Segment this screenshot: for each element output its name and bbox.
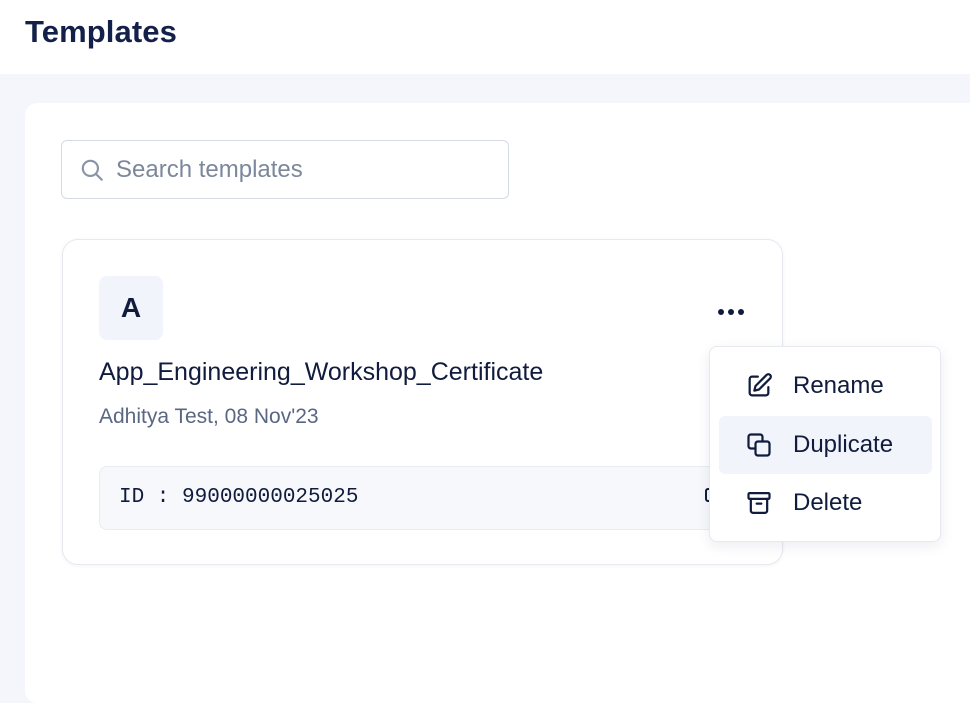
template-id: ID : 99000000025025 bbox=[119, 486, 359, 509]
context-menu: Rename Duplicate Delete bbox=[709, 346, 941, 542]
menu-item-duplicate[interactable]: Duplicate bbox=[719, 416, 932, 474]
search-box[interactable] bbox=[61, 140, 509, 199]
more-horizontal-icon-dot bbox=[728, 309, 734, 315]
search-input[interactable] bbox=[116, 151, 496, 189]
duplicate-icon bbox=[747, 433, 771, 457]
menu-item-rename[interactable]: Rename bbox=[719, 357, 932, 415]
more-options-button[interactable] bbox=[709, 298, 753, 326]
more-horizontal-icon-dot bbox=[738, 309, 744, 315]
archive-icon bbox=[747, 491, 771, 515]
menu-item-label: Delete bbox=[793, 489, 863, 516]
search-icon bbox=[81, 159, 103, 181]
page-title: Templates bbox=[25, 14, 177, 49]
top-bar: Templates bbox=[0, 0, 970, 74]
template-id-box: ID : 99000000025025 bbox=[99, 466, 747, 530]
menu-item-label: Duplicate bbox=[793, 431, 894, 458]
edit-icon bbox=[748, 373, 772, 397]
template-name[interactable]: App_Engineering_Workshop_Certificate bbox=[99, 358, 543, 387]
menu-item-label: Rename bbox=[793, 372, 884, 399]
template-meta: Adhitya Test, 08 Nov'23 bbox=[99, 405, 319, 428]
template-card[interactable]: A App_Engineering_Workshop_Certificate A… bbox=[62, 239, 783, 565]
more-horizontal-icon bbox=[718, 309, 724, 315]
template-avatar: A bbox=[99, 276, 163, 340]
menu-item-delete[interactable]: Delete bbox=[719, 474, 932, 532]
